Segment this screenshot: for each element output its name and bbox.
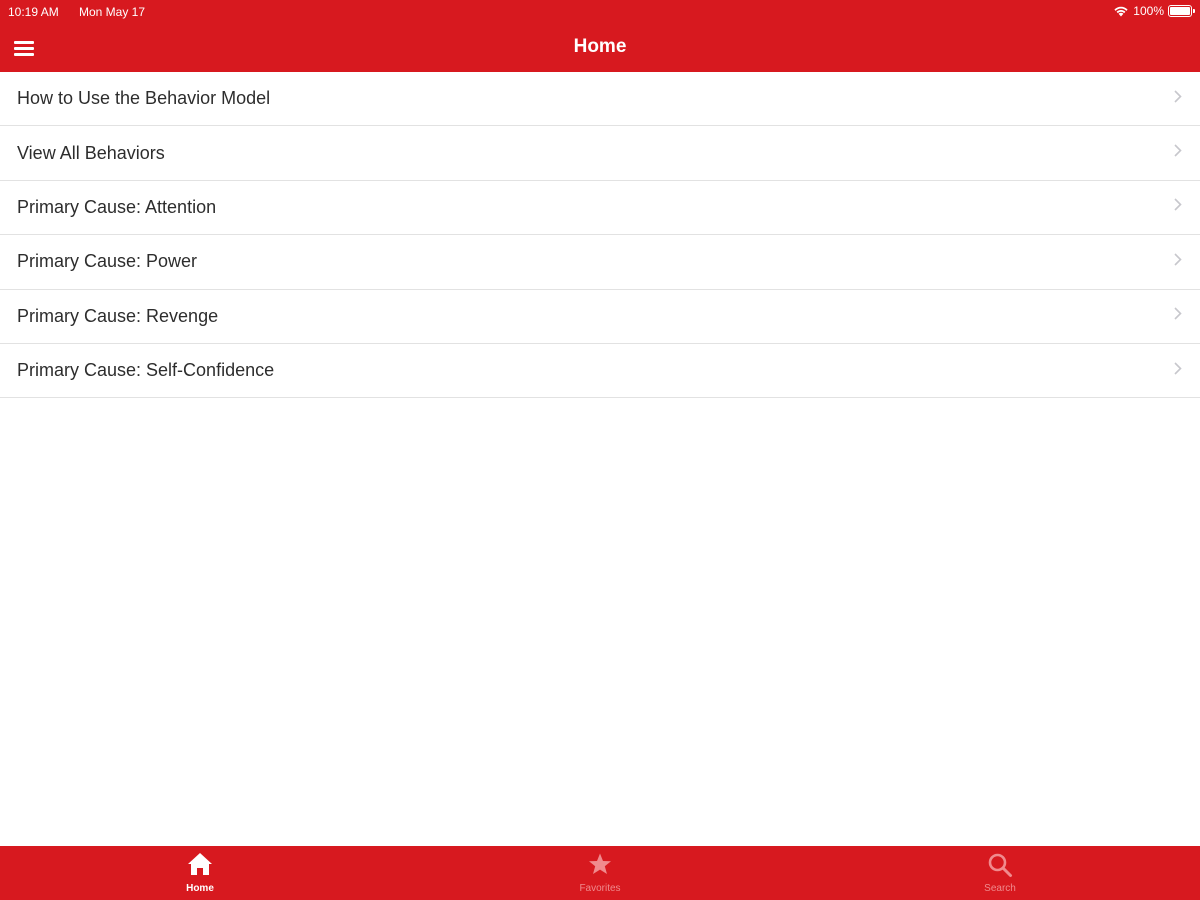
list-item-label: View All Behaviors <box>17 142 165 163</box>
tab-bar: Home Favorites Search <box>0 846 1200 900</box>
list-item-power[interactable]: Primary Cause: Power <box>0 235 1200 290</box>
status-right: 100% <box>1113 4 1195 18</box>
home-icon <box>187 852 213 881</box>
list-item-revenge[interactable]: Primary Cause: Revenge <box>0 289 1200 344</box>
tab-label: Favorites <box>579 883 621 894</box>
tab-label: Home <box>186 883 214 894</box>
chevron-right-icon <box>1174 362 1182 380</box>
list-item-label: Primary Cause: Power <box>17 251 198 272</box>
battery-icon <box>1168 5 1195 17</box>
tab-label: Search <box>984 883 1016 894</box>
tab-search[interactable]: Search <box>940 846 1060 900</box>
status-date: Mon May 17 <box>79 5 146 19</box>
chevron-right-icon <box>1174 144 1182 162</box>
list-item-label: Primary Cause: Self-Confidence <box>17 360 275 381</box>
chevron-right-icon <box>1174 253 1182 271</box>
star-icon <box>587 852 613 881</box>
list-item-label: How to Use the Behavior Model <box>17 88 271 109</box>
chevron-right-icon <box>1174 198 1182 216</box>
top-header: 10:19 AM Mon May 17 100% Home <box>0 0 1200 72</box>
search-icon <box>987 852 1013 883</box>
list-item-self-confidence[interactable]: Primary Cause: Self-Confidence <box>0 343 1200 399</box>
list-item-label: Primary Cause: Attention <box>17 196 217 217</box>
chevron-right-icon <box>1174 90 1182 108</box>
menu-list: How to Use the Behavior Model View All B… <box>0 72 1200 399</box>
status-time: 10:19 AM <box>8 5 59 19</box>
page-title: Home <box>573 36 627 57</box>
list-item-label: Primary Cause: Revenge <box>17 305 219 326</box>
status-bar: 10:19 AM Mon May 17 100% <box>0 0 1200 24</box>
wifi-icon <box>1113 5 1129 17</box>
app-window: 10:19 AM Mon May 17 100% Home How to Use… <box>0 0 1200 900</box>
list-item-how-to-use[interactable]: How to Use the Behavior Model <box>0 72 1200 127</box>
list-item-attention[interactable]: Primary Cause: Attention <box>0 180 1200 236</box>
chevron-right-icon <box>1174 307 1182 325</box>
battery-percent: 100% <box>1133 4 1164 18</box>
tab-home[interactable]: Home <box>140 846 260 900</box>
nav-bar: Home <box>0 24 1200 72</box>
list-item-view-all-behaviors[interactable]: View All Behaviors <box>0 126 1200 181</box>
tab-favorites[interactable]: Favorites <box>540 846 660 900</box>
